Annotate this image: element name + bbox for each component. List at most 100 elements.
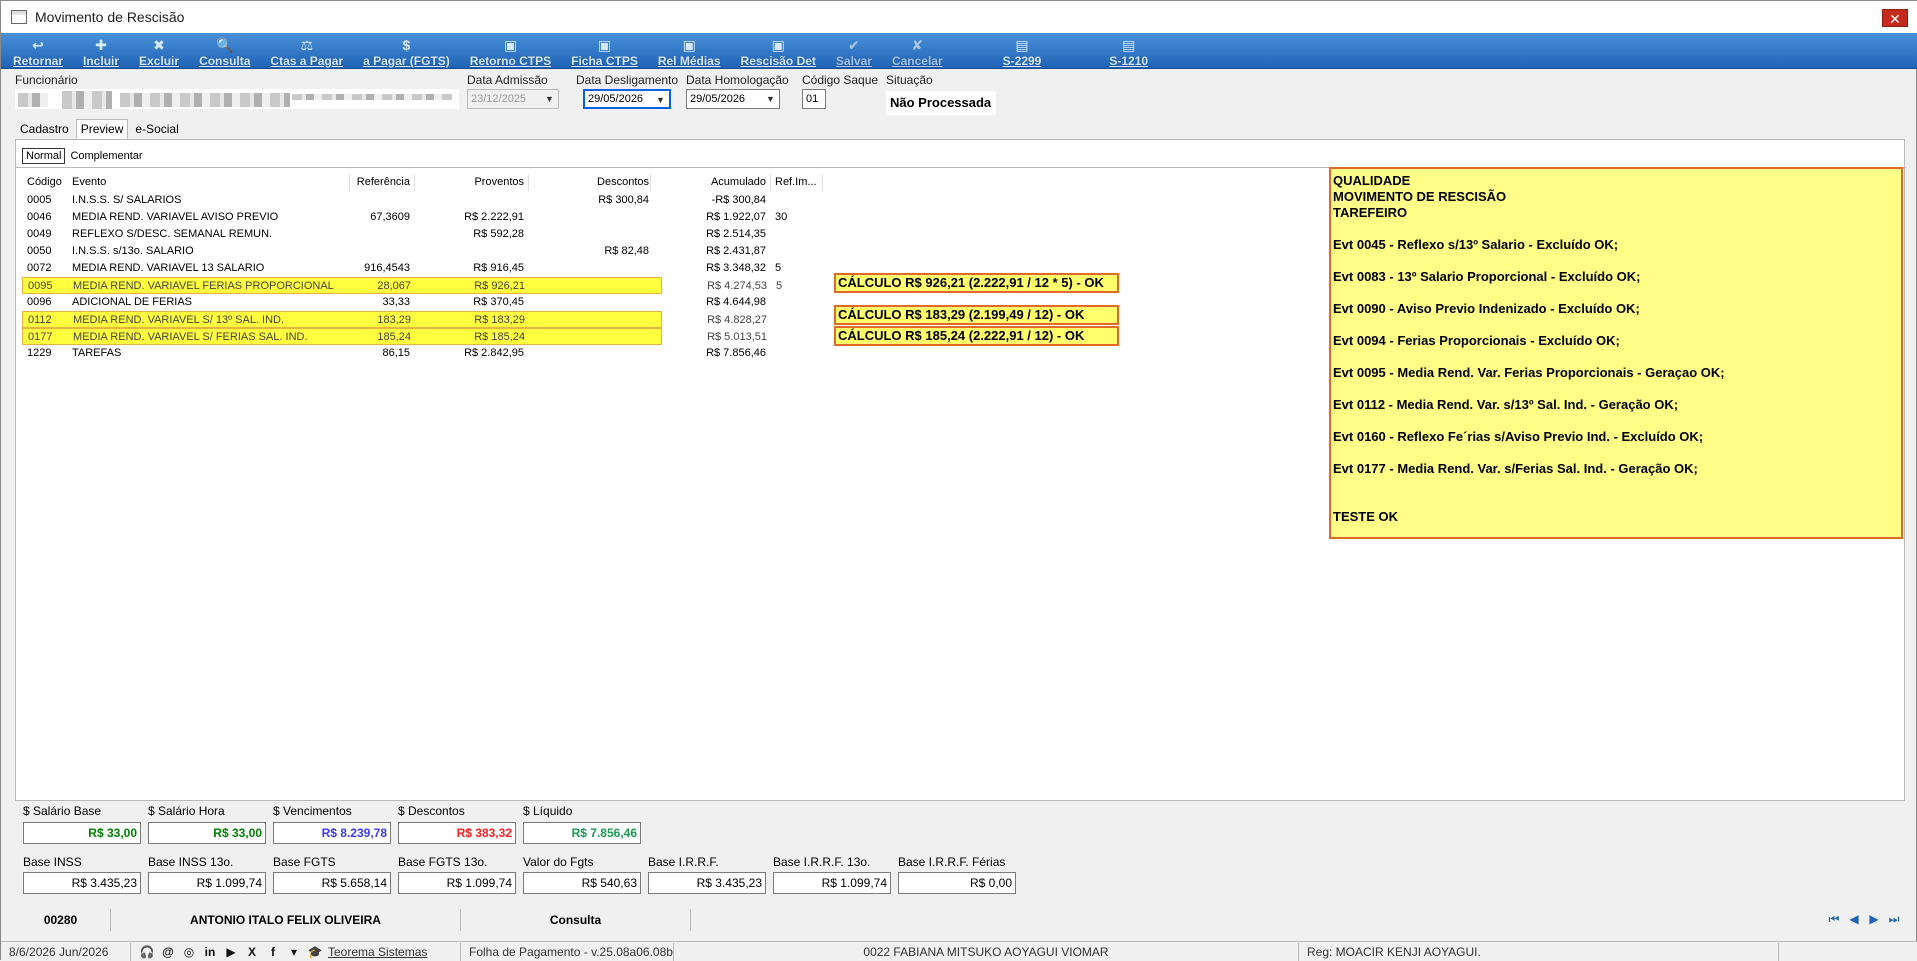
a-pagar-fgts-button[interactable]: $ a Pagar (FGTS) bbox=[359, 34, 454, 68]
next-record-icon[interactable]: ▶ bbox=[1864, 911, 1884, 927]
retornar-button[interactable]: ↩ Retornar bbox=[9, 34, 67, 68]
tab-preview[interactable]: Preview bbox=[75, 119, 129, 139]
email-icon[interactable]: @ bbox=[160, 944, 176, 960]
cell-evt: MEDIA REND. VARIAVEL 13 SALARIO bbox=[72, 262, 265, 274]
table-row[interactable]: 0112 MEDIA REND. VARIAVEL S/ 13º SAL. IND… bbox=[22, 311, 767, 328]
funcionario-label: Funcionário bbox=[15, 73, 78, 87]
ctas-a-pagar-button[interactable]: ⚖ Ctas a Pagar bbox=[266, 34, 347, 68]
cell-ref: 86,15 bbox=[382, 347, 410, 359]
codigo-saque-label: Código Saque bbox=[802, 73, 879, 87]
consulta-button[interactable]: 🔍 Consulta bbox=[195, 34, 254, 68]
toolbar-label: Retornar bbox=[13, 54, 64, 68]
rescisao-window: Movimento de Rescisão ✕ ↩ Retornar ✚ Inclui… bbox=[0, 0, 1917, 961]
table-row[interactable]: 0005 I.N.S.S. S/ SALARIOS R$ 300,84 -R$ 300… bbox=[22, 192, 766, 209]
col-header-descontos[interactable]: Descontos bbox=[532, 174, 649, 191]
col-header-proventos[interactable]: Proventos bbox=[417, 174, 524, 191]
toolbar-label: S-2299 bbox=[1002, 54, 1042, 68]
chevron-down-icon[interactable]: ▼ bbox=[764, 92, 777, 106]
record-status-strip: 00280 ANTONIO ITALO FELIX OLIVEIRA Consu… bbox=[11, 909, 1909, 931]
table-row[interactable]: 0177 MEDIA REND. VARIAVEL S/ FERIAS SAL. … bbox=[22, 328, 767, 346]
close-button[interactable]: ✕ bbox=[1882, 9, 1908, 27]
toolbar-icon: ▣ bbox=[503, 37, 518, 53]
cell-cod: 0005 bbox=[27, 194, 52, 206]
cell-cod: 0112 bbox=[28, 314, 52, 326]
cell-evt: MEDIA REND. VARIAVEL S/ FERIAS SAL. IND. bbox=[73, 331, 308, 343]
funcionario-field[interactable] bbox=[15, 89, 459, 109]
admissao-label: Data Admissão bbox=[467, 73, 548, 87]
teorema-link[interactable]: Teorema Sistemas bbox=[328, 943, 427, 961]
prev-record-icon[interactable]: ◀ bbox=[1844, 911, 1864, 927]
cell-evt: REFLEXO S/DESC. SEMANAL REMUN. bbox=[72, 228, 273, 240]
table-row[interactable]: 0096 ADICIONAL DE FERIAS 33,33 R$ 370,45 R$ … bbox=[22, 294, 766, 311]
chevron-down-icon: ▼ bbox=[545, 94, 554, 104]
s-1210-button[interactable]: ▤ S-1210 bbox=[1105, 34, 1152, 68]
graduation-cap-icon[interactable]: 🎓 bbox=[307, 944, 323, 960]
note-line bbox=[1333, 285, 1899, 301]
toolbar-label: Retorno CTPS bbox=[469, 54, 552, 68]
salvar-button[interactable]: ✔ Salvar bbox=[832, 34, 876, 68]
table-row[interactable]: 0049 REFLEXO S/DESC. SEMANAL REMUN. R$ 592… bbox=[22, 226, 766, 243]
incluir-button[interactable]: ✚ Incluir bbox=[79, 34, 123, 68]
toolbar-icon: ▣ bbox=[597, 37, 612, 53]
x-icon[interactable]: X bbox=[244, 944, 260, 960]
total-value: R$ 33,00 bbox=[148, 822, 266, 844]
table-row[interactable]: 1229 TAREFAS 86,15 R$ 2.842,95 R$ 7.856,46 bbox=[22, 345, 766, 362]
total-label: $ Salário Base bbox=[23, 804, 102, 818]
col-header-referencia[interactable]: Referência bbox=[352, 174, 410, 191]
tab-complementar[interactable]: Complementar bbox=[66, 148, 146, 164]
toolbar-icon: ▣ bbox=[682, 37, 696, 53]
base-value: R$ 540,63 bbox=[523, 872, 641, 894]
facebook-icon[interactable]: f bbox=[265, 944, 281, 960]
teorema-logo-icon: ▾ bbox=[290, 944, 298, 959]
cell-ref: 185,24 bbox=[377, 331, 411, 343]
cell-des bbox=[533, 329, 650, 346]
note-line: Evt 0112 - Media Rend. Var. s/13º Sal. I… bbox=[1333, 397, 1679, 412]
col-header-ref-im[interactable]: Ref.Im... bbox=[775, 174, 825, 191]
toolbar-label: Consulta bbox=[199, 54, 251, 68]
total-label: $ Líquido bbox=[523, 804, 573, 818]
cell-ref bbox=[352, 192, 410, 209]
current-date: 8/6/2026 Jun/2026 bbox=[1, 942, 131, 961]
base-label: Valor do Fgts bbox=[523, 855, 594, 869]
homologacao-field[interactable]: 29/05/2026 ▼ bbox=[686, 89, 780, 109]
headset-icon[interactable]: 🎧 bbox=[139, 944, 155, 960]
table-row[interactable]: 0072 MEDIA REND. VARIAVEL 13 SALARIO 916,4… bbox=[22, 260, 781, 277]
table-row[interactable]: 0095 MEDIA REND. VARIAVEL FERIAS PROPORCI… bbox=[22, 277, 782, 294]
cell-ref: 183,29 bbox=[377, 314, 411, 326]
instagram-icon[interactable]: ◎ bbox=[181, 944, 197, 960]
ficha-ctps-button[interactable]: ▣ Ficha CTPS bbox=[567, 34, 642, 68]
col-header-codigo[interactable]: Código bbox=[27, 174, 67, 191]
chevron-down-icon[interactable]: ▼ bbox=[654, 93, 667, 107]
excluir-button[interactable]: ✖ Excluir bbox=[135, 34, 183, 68]
record-navigator: ⏮ ◀ ▶ ⏭ bbox=[1824, 911, 1904, 927]
total-value: R$ 7.856,46 bbox=[523, 822, 641, 844]
tab-esocial[interactable]: e-Social bbox=[130, 119, 184, 139]
base-value: R$ 1.099,74 bbox=[148, 872, 266, 894]
youtube-icon[interactable]: ▶ bbox=[223, 944, 239, 960]
first-record-icon[interactable]: ⏮ bbox=[1824, 911, 1844, 927]
employee-name: ANTONIO ITALO FELIX OLIVEIRA bbox=[111, 909, 461, 931]
rescis-o-det-button[interactable]: ▣ Rescisão Det bbox=[737, 34, 820, 68]
rel-m-dias-button[interactable]: ▣ Rel Médias bbox=[654, 34, 725, 68]
codigo-saque-field[interactable]: 01 bbox=[802, 89, 826, 109]
s-2299-button[interactable]: ▤ S-2299 bbox=[999, 34, 1046, 68]
total-label: $ Descontos bbox=[398, 804, 465, 818]
note-line: Evt 0083 - 13º Salario Proporcional - Ex… bbox=[1333, 269, 1641, 284]
cell-acu: R$ 7.856,46 bbox=[706, 347, 766, 359]
tab-normal[interactable]: Normal bbox=[22, 148, 66, 164]
table-row[interactable]: 0046 MEDIA REND. VARIAVEL AVISO PREVIO 67,… bbox=[22, 209, 787, 226]
col-header-evento[interactable]: Evento bbox=[72, 174, 347, 191]
cell-ref: 916,4543 bbox=[364, 262, 410, 274]
last-record-icon[interactable]: ⏭ bbox=[1884, 911, 1904, 927]
cancelar-button[interactable]: ✘ Cancelar bbox=[888, 34, 947, 68]
retorno-ctps-button[interactable]: ▣ Retorno CTPS bbox=[466, 34, 555, 68]
cell-cod: 0177 bbox=[28, 331, 53, 343]
desligamento-field[interactable]: 29/05/2026 ▼ bbox=[583, 89, 671, 109]
linkedin-icon[interactable]: in bbox=[202, 944, 218, 960]
table-row[interactable]: 0050 I.N.S.S. s/13o. SALARIO R$ 82,48 R$ 2.… bbox=[22, 243, 766, 260]
col-header-acumulado[interactable]: Acumulado bbox=[654, 174, 766, 191]
social-links: 🎧 @ ◎ in ▶ X f ▾ 🎓 Teorema Sistemas bbox=[131, 942, 461, 961]
note-line: Evt 0045 - Reflexo s/13º Salario - Exclu… bbox=[1333, 237, 1619, 252]
cell-pro bbox=[417, 192, 524, 209]
tab-cadastro[interactable]: Cadastro bbox=[15, 119, 74, 139]
